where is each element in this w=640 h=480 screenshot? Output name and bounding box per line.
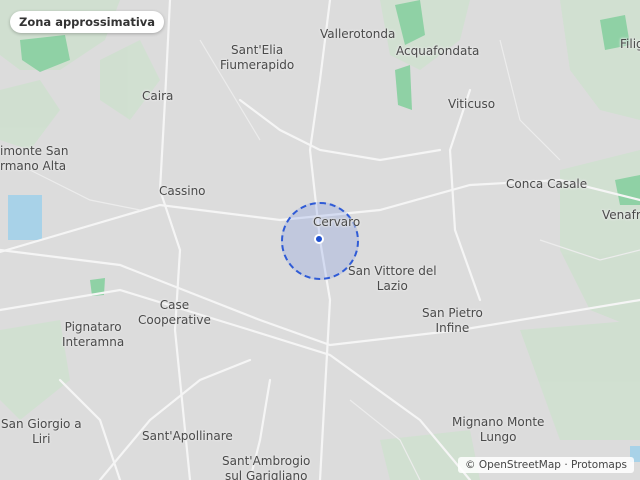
place-cassino: Cassino xyxy=(159,184,206,198)
protomaps-attribution-link[interactable]: Protomaps xyxy=(571,459,627,471)
osm-attribution-link[interactable]: © OpenStreetMap xyxy=(465,459,561,471)
place-line: rmano Alta xyxy=(0,159,67,173)
place-line: Sant'Elia xyxy=(231,43,284,57)
map-canvas[interactable]: Vallerotonda Sant'Elia Fiumerapido Acqua… xyxy=(0,0,640,480)
place-line: Lungo xyxy=(479,430,517,444)
place-venafro: Venafr xyxy=(602,208,640,222)
place-line: Lazio xyxy=(376,279,408,293)
place-santelia: Sant'Elia Fiumerapido xyxy=(220,43,294,73)
place-line: Liri xyxy=(32,432,51,446)
place-vallerotonda: Vallerotonda xyxy=(320,27,396,41)
place-line: San Giorgio a xyxy=(1,417,82,431)
place-filignano: Filig xyxy=(620,37,640,51)
approximate-zone-badge: Zona approssimativa xyxy=(10,11,165,33)
place-line: sul Garigliano xyxy=(224,469,308,480)
place-caira: Caira xyxy=(142,89,174,103)
place-case-cooperative: Case Cooperative xyxy=(138,298,211,328)
place-santambrogio: Sant'Ambrogio sul Garigliano xyxy=(222,454,310,480)
place-viticuso: Viticuso xyxy=(448,97,496,111)
place-line: Case xyxy=(159,298,190,312)
place-conca-casale: Conca Casale xyxy=(506,177,588,191)
attribution-separator: · xyxy=(564,459,568,471)
place-san-giorgio: San Giorgio a Liri xyxy=(1,417,82,447)
place-mignano: Mignano Monte Lungo xyxy=(452,415,544,445)
place-line: San Vittore del xyxy=(348,264,437,278)
place-cervaro: Cervaro xyxy=(313,215,361,229)
place-line: San Pietro xyxy=(422,306,483,320)
place-acquafondata: Acquafondata xyxy=(396,44,480,58)
place-pignataro: Pignataro Interamna xyxy=(62,320,124,350)
location-marker-icon[interactable] xyxy=(314,234,324,244)
place-line: imonte San xyxy=(0,144,69,158)
place-line: Infine xyxy=(435,321,470,335)
place-santapollinare: Sant'Apollinare xyxy=(142,429,233,443)
map-attribution: © OpenStreetMap · Protomaps xyxy=(458,457,634,473)
place-san-pietro: San Pietro Infine xyxy=(422,306,483,336)
place-line: Fiumerapido xyxy=(220,58,295,72)
place-line: Sant'Ambrogio xyxy=(222,454,311,468)
place-line: Pignataro xyxy=(64,320,122,334)
place-line: Mignano Monte xyxy=(452,415,545,429)
place-san-vittore: San Vittore del Lazio xyxy=(348,264,437,294)
place-piedimonte: imonte San rmano Alta xyxy=(0,144,68,174)
place-line: Interamna xyxy=(62,335,125,349)
place-line: Cooperative xyxy=(138,313,211,327)
